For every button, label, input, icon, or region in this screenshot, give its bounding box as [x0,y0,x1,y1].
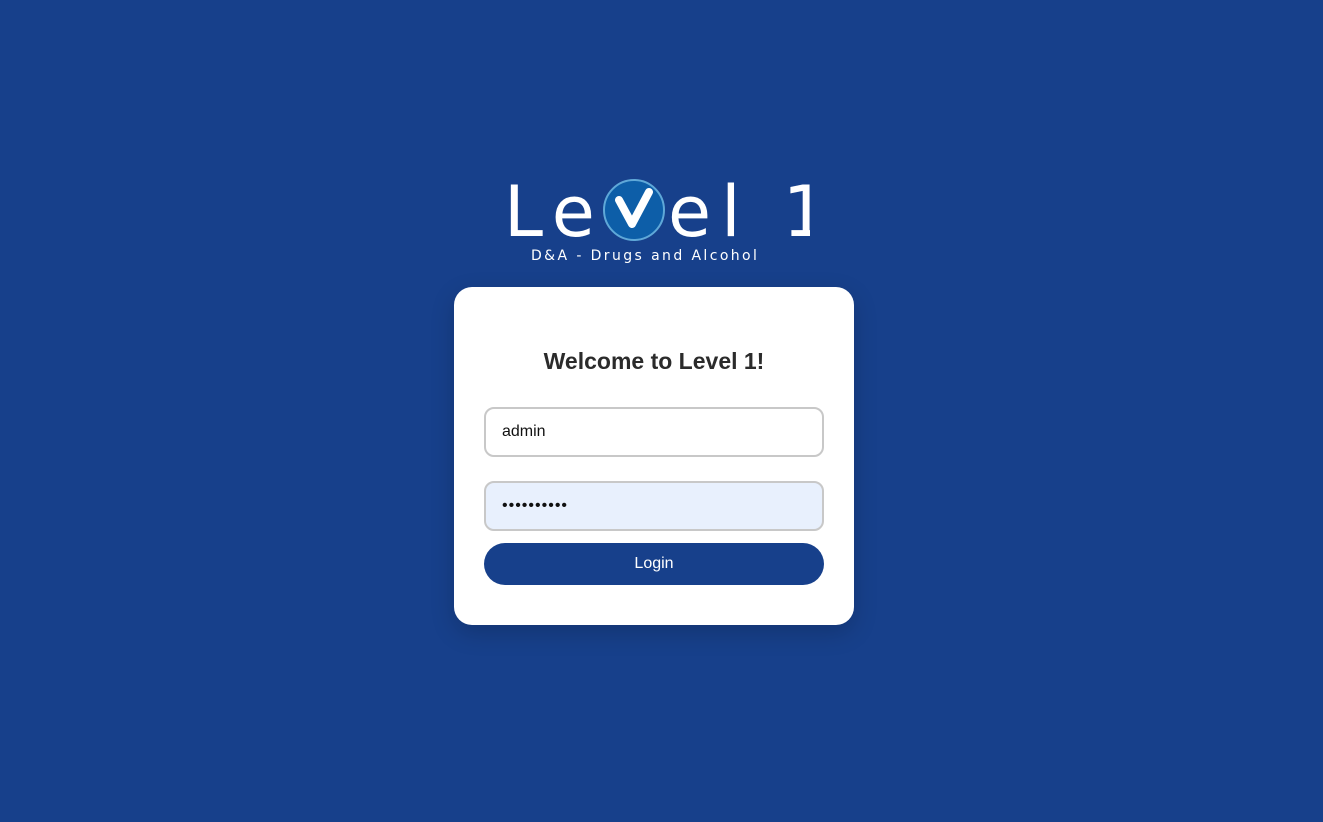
password-input[interactable] [484,481,824,531]
login-button[interactable]: Login [484,543,824,585]
logo-text-left: Le [504,171,605,253]
welcome-heading: Welcome to Level 1! [543,348,765,374]
logo-graphic: Le el 1 D&A - Drugs and Alcohol [504,171,810,264]
logo-text-right: el 1 [668,171,810,253]
brand-logo: Le el 1 D&A - Drugs and Alcohol [0,170,1323,270]
login-card: Welcome to Level 1! Login [454,287,854,625]
username-input[interactable] [484,407,824,457]
check-circle-icon [603,179,665,241]
logo-tagline: D&A - Drugs and Alcohol [531,248,759,264]
